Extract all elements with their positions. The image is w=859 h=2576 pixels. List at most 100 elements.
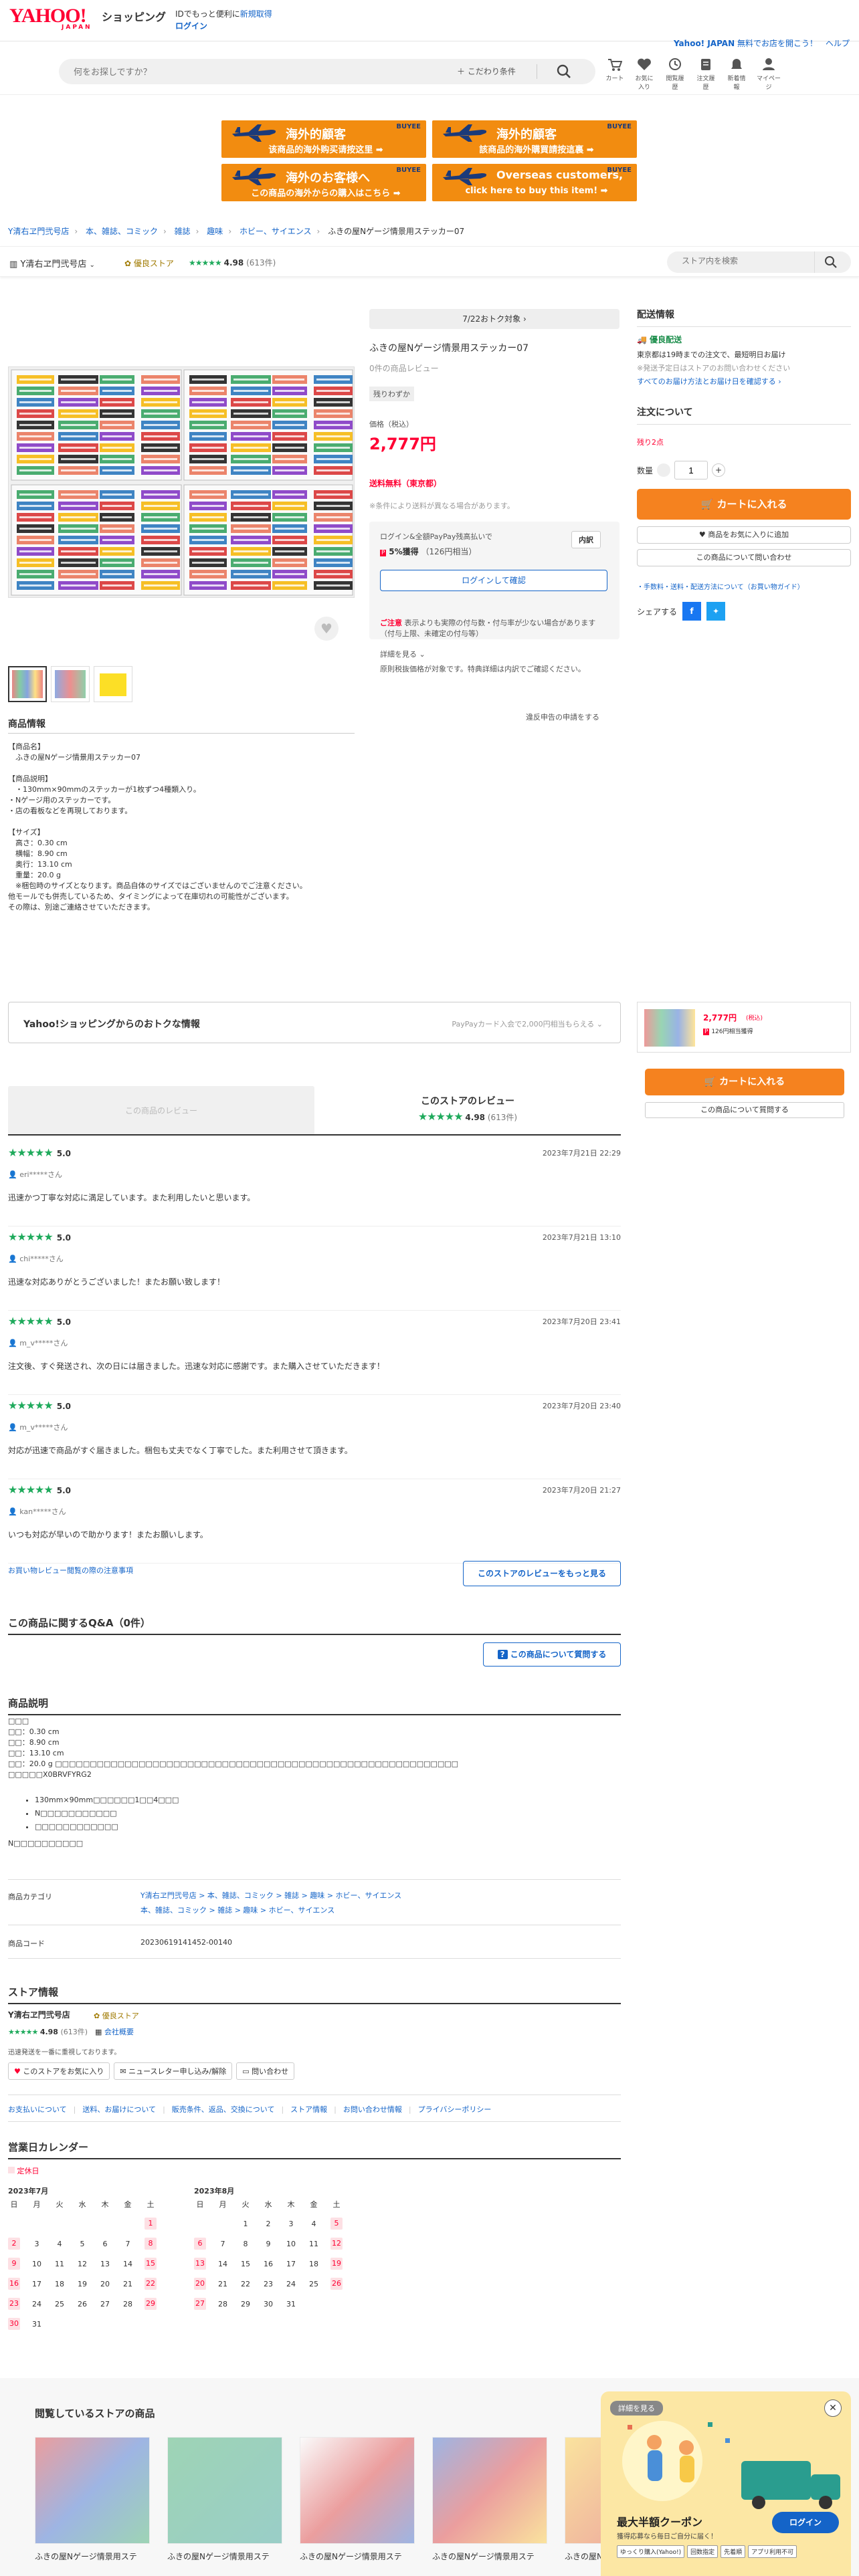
remaining-stock: 残り2点 [637, 438, 664, 447]
store-policy-link[interactable]: プライバシーポリシー [418, 2105, 492, 2114]
search-icon[interactable] [824, 255, 838, 270]
thumb-1[interactable] [8, 666, 47, 702]
recent-item[interactable]: ふきの屋Nゲージ情景用ステ [300, 2437, 415, 2562]
mini-ask-button[interactable]: この商品について質問する [645, 1102, 844, 1118]
more-reviews-button[interactable]: このストアのレビューをもっと見る [463, 1561, 621, 1586]
review-guide-link[interactable]: お買い物レビュー閲覧の際の注意事項 [8, 1565, 133, 1576]
detail-toggle[interactable]: 詳細を見る ⌄ [380, 649, 425, 659]
store-review-tab[interactable]: このストアのレビュー ★★★★★ 4.98 (613件) [314, 1094, 621, 1123]
favorite-heart-button[interactable]: ♥ [314, 617, 339, 641]
breadcrumb-item[interactable]: 本、雑誌、コミック [86, 227, 158, 236]
storeinfo-note: 迅速発送を一番に重視しております。 [8, 2049, 121, 2056]
category-path-2[interactable]: 本、雑誌、コミック > 雑誌 > 趣味 > ホビー、サイエンス [140, 1905, 335, 1915]
store-policy-link[interactable]: お支払いについて [8, 2105, 67, 2114]
signup-link[interactable]: 新規取得 [240, 9, 272, 19]
user-icon [763, 58, 775, 70]
news-nav[interactable]: 新着情報 [725, 58, 748, 91]
report-link[interactable]: 違反申告の申請をする [526, 712, 599, 722]
shopping-logo[interactable]: ショッピング [102, 8, 166, 24]
thumb-3[interactable] [94, 666, 132, 702]
newsletter-button[interactable]: ✉ ニュースレター申し込み/解除 [114, 2062, 233, 2080]
add-favorite-button[interactable]: ♥ 商品をお気に入りに追加 [637, 526, 851, 544]
calendar-day [48, 2214, 71, 2234]
chevron-down-icon: ⌄ [89, 261, 95, 269]
buyee-banner-en[interactable]: Overseas customers, BUYEE click here to … [432, 164, 637, 201]
store-review-title: このストアのレビュー [421, 1096, 514, 1107]
buyee-banner-tw[interactable]: 海外的顧客 BUYEE 該商品的海外購買請按這裏 ➡ [432, 120, 637, 158]
search-input[interactable] [74, 64, 448, 79]
buyee-banner-jp[interactable]: 海外のお客様へ BUYEE この商品の海外からの購入はこちら ➡ [221, 164, 426, 201]
mini-cart-button[interactable]: 🛒 カートに入れる [645, 1069, 844, 1095]
review-user-name: chi*****さん [19, 1255, 64, 1263]
review-item: ★★★★★ 5.0 2023年7月21日 22:29 👤 eri*****さん 迅速かつ… [8, 1142, 621, 1226]
mini-product-image[interactable] [644, 1009, 695, 1047]
store-name-link[interactable]: ▥ Y清右ヱ門弐号店 ⌄ [9, 257, 95, 270]
orders-nav[interactable]: 注文履歴 [694, 58, 717, 91]
store-policy-link[interactable]: 販売条件、返品、交換について [172, 2105, 275, 2114]
recent-item[interactable]: ふきの屋Nゲージ情景用ステ [167, 2437, 282, 2562]
calendar-day: 2 [257, 2214, 280, 2234]
store-rating[interactable]: ★★★★★ 4.98 (613件) [189, 257, 276, 268]
chat-icon: ▭ [242, 2067, 250, 2076]
add-to-cart-button[interactable]: 🛒 カートに入れる [637, 489, 851, 520]
breadcrumb-item[interactable]: 趣味 [207, 227, 223, 236]
banner-title: 海外のお客様へ [286, 171, 370, 185]
filter-button[interactable]: ＋ こだわり条件 [457, 66, 516, 77]
recent-item[interactable]: ふきの屋Nゲージ情景用ステ [35, 2437, 150, 2562]
coupon-login-button[interactable]: ログイン [772, 2512, 839, 2533]
favorite-nav[interactable]: お気に入り [633, 58, 656, 91]
deals-box[interactable]: Yahoo!ショッピングからのおトクな情報 PayPayカード入会で2,000円… [8, 1002, 621, 1043]
sticker-sheets-image [11, 369, 353, 596]
breadcrumb: Y清右ヱ門弐号店 › 本、雑誌、コミック › 雑誌 › 趣味 › ホビー、サイエンス › … [8, 227, 465, 236]
filter-label: こだわり条件 [467, 67, 516, 76]
store-policy-link[interactable]: 送料、お届けについて [82, 2105, 156, 2114]
login-confirm-button[interactable]: ログインして確認 [380, 570, 607, 591]
building-icon: ▦ [95, 2028, 102, 2036]
breadcrumb-item[interactable]: ホビー、サイエンス [240, 227, 312, 236]
ask-qa-button[interactable]: ? この商品について質問する [483, 1642, 621, 1667]
calendar-day-number: 10 [286, 2239, 296, 2248]
deal-button[interactable]: 7/22おトク対象 › [369, 309, 619, 329]
coupon-popup[interactable]: 詳細を見る ✕ 最大半額クーポン 獲得応募なら毎日ご自分に届く！ ログイン ゆっ… [601, 2391, 851, 2576]
history-nav[interactable]: 閲覧履歴 [664, 58, 686, 91]
review-divider [8, 1134, 621, 1136]
store-policy-link[interactable]: お問い合わせ情報 [343, 2105, 402, 2114]
twitter-icon[interactable]: ✦ [706, 602, 726, 621]
qty-input[interactable] [674, 461, 708, 479]
qty-minus-button[interactable] [657, 463, 671, 477]
qty-plus-button[interactable]: + [712, 463, 726, 477]
delivery-methods-link[interactable]: すべてのお届け方法とお届け日を確認する › [637, 376, 851, 387]
review-date: 2023年7月20日 23:41 [542, 1317, 621, 1326]
calendar-day-number: 14 [123, 2259, 132, 2268]
calendar-day-number: 8 [243, 2239, 248, 2248]
search-button[interactable] [555, 63, 573, 83]
category-path-1[interactable]: Y清右ヱ門弐号店 > 本、雑誌、コミック > 雑誌 > 趣味 > ホビー、サイエ… [140, 1890, 401, 1901]
company-link[interactable]: 会社概要 [104, 2028, 134, 2036]
product-review-tab[interactable]: この商品のレビュー [8, 1086, 314, 1136]
store-policy-link[interactable]: ストア情報 [290, 2105, 327, 2114]
calendar-day: 3 [25, 2234, 48, 2254]
mypage-nav[interactable]: マイページ [756, 58, 781, 91]
info-line [8, 817, 355, 827]
cart-nav[interactable]: カート [605, 58, 625, 91]
breakdown-button[interactable]: 内訳 [571, 531, 601, 548]
guide-link[interactable]: ・手数料・送料・配送方法について（お買い物ガイド） [637, 581, 851, 591]
store-search-input[interactable] [682, 256, 809, 265]
thumb-2[interactable] [51, 666, 90, 702]
desc-line: □□：20.0 g □□□□□□□□□□□□□□□□□□□□□□□□□□□□□□… [8, 1759, 459, 1768]
main-product-image[interactable] [8, 366, 355, 598]
breadcrumb-item[interactable]: 雑誌 [175, 227, 191, 236]
calendar-day-number: 27 [194, 2298, 206, 2310]
login-link[interactable]: ログイン [175, 20, 207, 31]
storeinfo-name[interactable]: Y清右ヱ門弐号店 [8, 2009, 70, 2020]
yahoo-logo[interactable]: YAHOO! JAPAN [9, 6, 90, 31]
ask-question-button[interactable]: この商品について問い合わせ [637, 549, 851, 566]
delivery-note: ※発送予定日はストアのお問い合わせください [637, 364, 791, 372]
contact-button[interactable]: ▭ 問い合わせ [236, 2062, 295, 2080]
buyee-banner-cn[interactable]: 海外的顧客 BUYEE 该商品的海外购买请按这里 ➡ [221, 120, 426, 158]
breadcrumb-item[interactable]: Y清右ヱ門弐号店 [8, 227, 69, 236]
recent-item[interactable]: ふきの屋Nゲージ情景用ステ [432, 2437, 547, 2562]
review-count[interactable]: 0件の商品レビュー [369, 362, 439, 374]
store-favorite-button[interactable]: ♥ このストアをお気に入り [8, 2062, 110, 2080]
facebook-icon[interactable]: f [682, 602, 702, 621]
